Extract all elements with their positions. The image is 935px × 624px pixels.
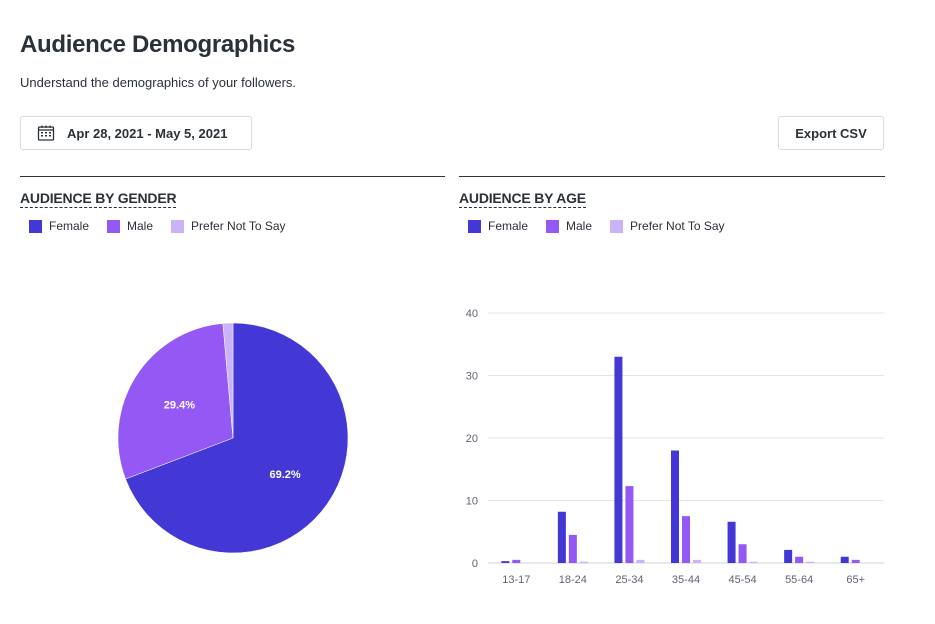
bar-45-54-female	[727, 521, 736, 563]
page-subtitle: Understand the demographics of your foll…	[20, 75, 297, 90]
x-tick-label: 55-64	[785, 574, 813, 586]
pie-slice-prefer-not-to-say	[222, 322, 234, 439]
legend-item-female[interactable]: Female	[468, 219, 528, 233]
export-csv-button[interactable]: Export CSV	[778, 116, 884, 150]
y-tick-label: 0	[472, 558, 478, 570]
age-section-title[interactable]: AUDIENCE BY AGE	[459, 190, 586, 208]
y-tick-label: 30	[466, 371, 478, 383]
bar-13-17-male	[512, 559, 521, 563]
pie-slice-male	[117, 323, 234, 480]
bar-18-24-prefer-not-to-say	[579, 561, 588, 563]
legend-item-prefer-not-to-say[interactable]: Prefer Not To Say	[610, 219, 725, 233]
bar-25-34-male	[625, 486, 634, 563]
bar-65+-female	[840, 556, 849, 563]
date-range-label: Apr 28, 2021 - May 5, 2021	[67, 125, 228, 141]
calendar-icon	[37, 125, 55, 141]
bar-35-44-male	[682, 516, 690, 563]
bar-25-34-prefer-not-to-say	[636, 559, 645, 563]
legend-label: Female	[49, 219, 90, 233]
bar-55-64-prefer-not-to-say	[806, 561, 815, 563]
legend-item-prefer-not-to-say[interactable]: Prefer Not To Say	[171, 219, 286, 233]
legend-label: Female	[488, 219, 529, 233]
y-tick-label: 20	[466, 433, 478, 445]
x-tick-label: 45-54	[729, 574, 757, 586]
bar-45-54-prefer-not-to-say	[749, 561, 758, 563]
gender-pie-chart: 69.2% 29.4%	[117, 322, 349, 554]
pie-data-label: 69.2%	[269, 469, 300, 481]
legend-swatch-prefer-not-to-say	[171, 219, 185, 233]
x-tick-label: 18-24	[559, 574, 587, 586]
x-tick-label: 35-44	[672, 574, 700, 586]
bar-45-54-male	[738, 544, 747, 563]
age-section-divider	[459, 176, 885, 177]
bar-18-24-male	[568, 534, 577, 563]
legend-item-male[interactable]: Male	[546, 219, 592, 233]
y-tick-label: 10	[466, 496, 478, 508]
bar-13-17-female	[501, 561, 510, 563]
bar-55-64-female	[784, 549, 793, 563]
legend-swatch-male	[107, 219, 121, 233]
bar-35-44-prefer-not-to-say	[693, 559, 701, 563]
gender-legend: Female Male Prefer Not To Say	[29, 219, 304, 233]
legend-swatch-male	[546, 219, 560, 233]
legend-item-female[interactable]: Female	[29, 219, 89, 233]
bar-35-44-female	[671, 450, 679, 563]
pie-slice-female	[125, 322, 349, 554]
age-bar-chart: 0 10 20 30 40 13-17 18-24 25-34 35-44 45-54 55-64 6…	[466, 308, 884, 586]
gender-section-title[interactable]: AUDIENCE BY GENDER	[20, 190, 177, 208]
gender-section-divider	[20, 176, 445, 177]
x-tick-label: 65+	[846, 574, 865, 586]
pie-data-label: 29.4%	[164, 399, 195, 411]
legend-swatch-female	[29, 219, 42, 233]
legend-label: Male	[566, 219, 593, 233]
bar-18-24-female	[557, 511, 566, 563]
legend-swatch-female	[468, 219, 481, 233]
bar-65+-male	[851, 559, 860, 563]
legend-swatch-prefer-not-to-say	[610, 219, 624, 233]
legend-item-male[interactable]: Male	[107, 219, 153, 233]
y-tick-label: 40	[466, 308, 478, 320]
x-tick-label: 25-34	[615, 574, 643, 586]
date-range-picker[interactable]: Apr 28, 2021 - May 5, 2021	[20, 116, 252, 150]
age-legend: Female Male Prefer Not To Say	[468, 219, 743, 233]
legend-label: Male	[127, 219, 154, 233]
page-title: Audience Demographics	[20, 31, 296, 58]
legend-label: Prefer Not To Say	[630, 219, 725, 233]
x-tick-label: 13-17	[502, 574, 530, 586]
bar-55-64-male	[795, 556, 804, 563]
bar-25-34-female	[614, 356, 623, 563]
legend-label: Prefer Not To Say	[191, 219, 286, 233]
